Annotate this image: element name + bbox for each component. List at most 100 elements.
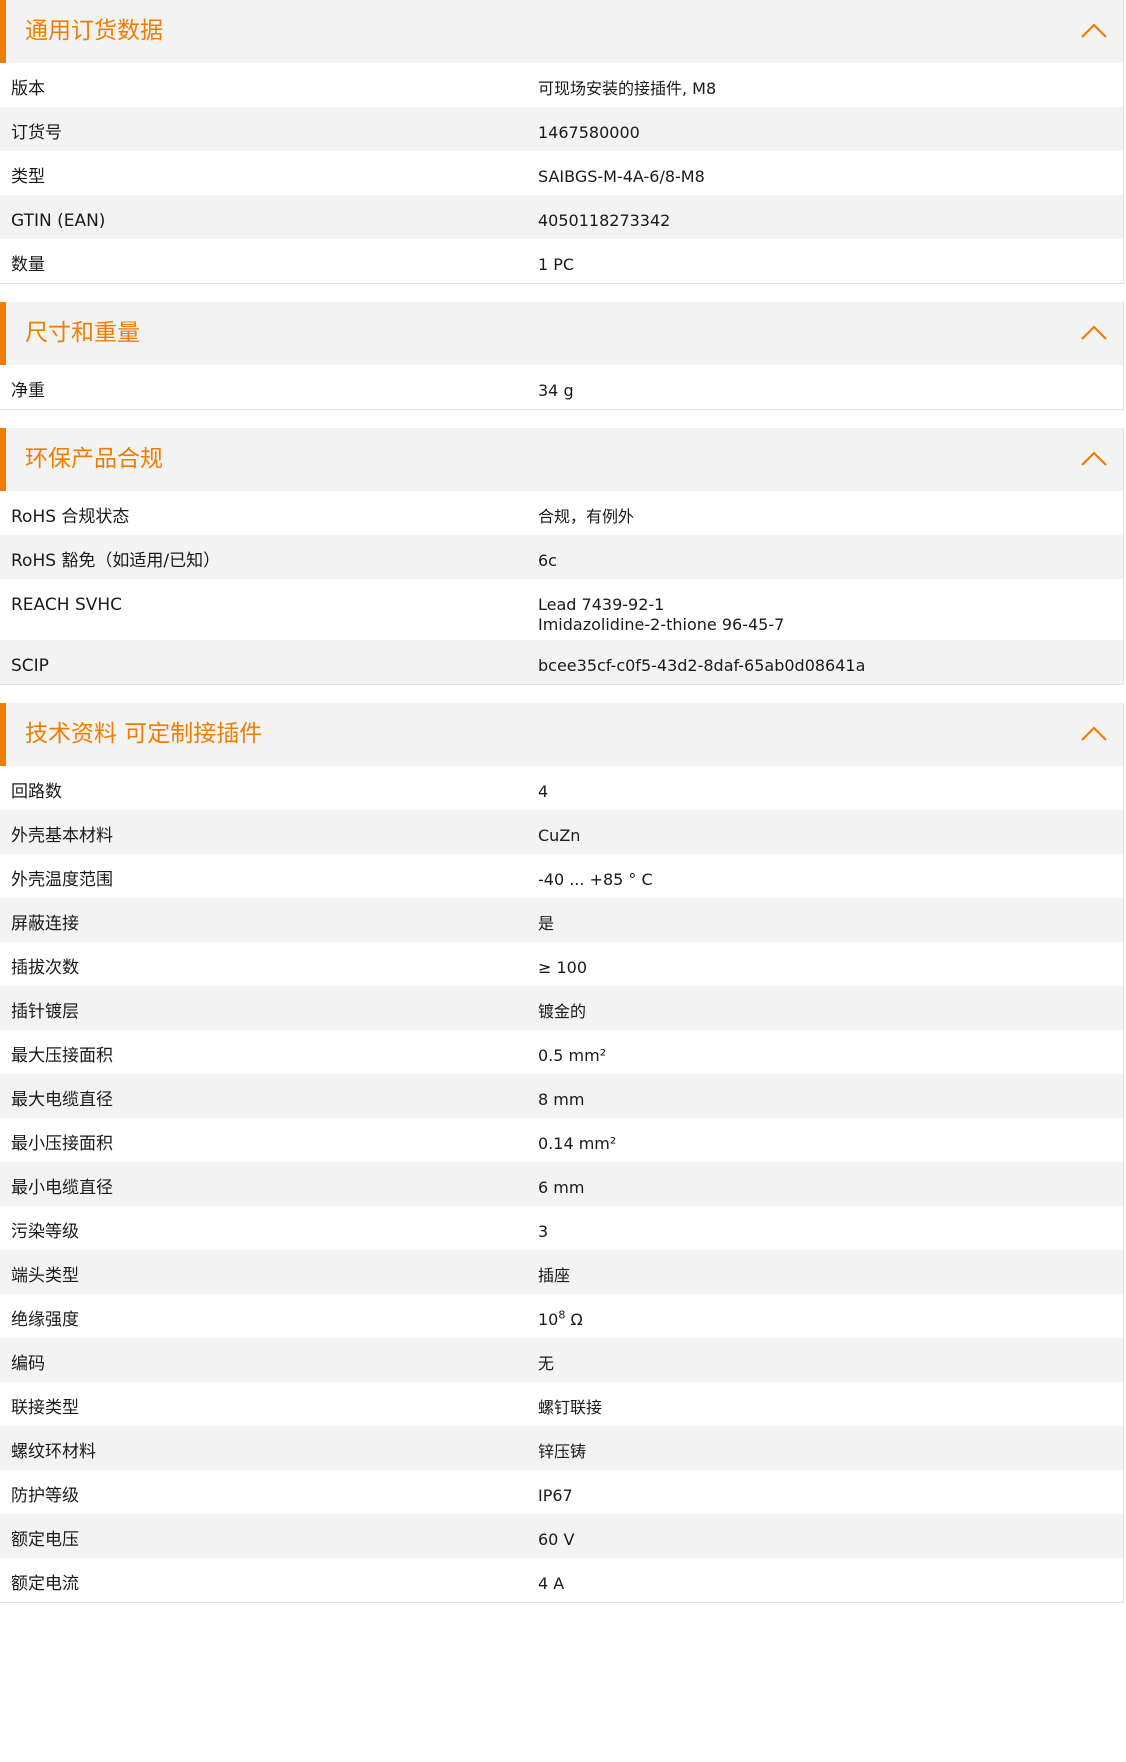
row-label: 最大压接面积 — [11, 1046, 113, 1066]
value-text: Imidazolidine-2-thione 96-45-7 — [538, 615, 785, 634]
value-text: 34 g — [538, 381, 574, 400]
row-label: 污染等级 — [11, 1222, 79, 1242]
row-value: 34 g — [538, 365, 1123, 401]
row-label: 编码 — [11, 1354, 45, 1374]
value-text: SAIBGS-M-4A-6/8-M8 — [538, 167, 705, 186]
row-label: 回路数 — [11, 782, 62, 802]
chevron-up-icon[interactable] — [1079, 18, 1109, 42]
value-text: 4050118273342 — [538, 211, 671, 230]
value-text: Lead 7439-92-1 — [538, 595, 665, 614]
value-line: 60 V — [538, 1530, 1123, 1550]
row-value: 3 — [538, 1206, 1123, 1242]
row-label: 端头类型 — [11, 1266, 79, 1286]
table-row: 订货号 1467580000 — [0, 107, 1123, 151]
row-value: 60 V — [538, 1514, 1123, 1550]
table-row: 联接类型 螺钉联接 — [0, 1382, 1123, 1426]
section-header[interactable]: 技术资料 可定制接插件 — [0, 703, 1123, 766]
row-value: bcee35cf-c0f5-43d2-8daf-65ab0d08641a — [538, 640, 1123, 676]
table-row: 版本 可现场安装的接插件, M8 — [0, 63, 1123, 107]
value-line: 6c — [538, 551, 1123, 571]
table-row: 绝缘强度 108 Ω — [0, 1294, 1123, 1338]
row-value: 锌压铸 — [538, 1426, 1123, 1462]
row-label: 额定电压 — [11, 1530, 79, 1550]
table-row: 防护等级 IP67 — [0, 1470, 1123, 1514]
value-line: 镀金的 — [538, 1002, 1123, 1022]
row-value: 可现场安装的接插件, M8 — [538, 63, 1123, 99]
value-line: Lead 7439-92-1 — [538, 595, 1123, 615]
row-label: 防护等级 — [11, 1486, 79, 1506]
value-line: 4 A — [538, 1574, 1123, 1594]
row-label: RoHS 豁免（如适用/已知） — [11, 551, 221, 571]
value-text: 4 — [538, 782, 549, 801]
value-unit: Ω — [565, 1310, 583, 1329]
row-value: 插座 — [538, 1250, 1123, 1286]
row-value: 4 A — [538, 1558, 1123, 1594]
value-line: 锌压铸 — [538, 1442, 1123, 1462]
value-line: 无 — [538, 1354, 1123, 1374]
table-row: 插拔次数 ≥ 100 — [0, 942, 1123, 986]
value-line: 3 — [538, 1222, 1123, 1242]
value-line: IP67 — [538, 1486, 1123, 1506]
value-line: 是 — [538, 914, 1123, 934]
row-label: 插针镀层 — [11, 1002, 79, 1022]
value-line: 1467580000 — [538, 123, 1123, 143]
section-header[interactable]: 尺寸和重量 — [0, 302, 1123, 365]
value-text: 锌压铸 — [538, 1442, 587, 1461]
value-text: 8 mm — [538, 1090, 585, 1109]
row-value: 无 — [538, 1338, 1123, 1374]
row-label: 插拔次数 — [11, 958, 79, 978]
row-label: REACH SVHC — [11, 595, 123, 615]
row-value: 是 — [538, 898, 1123, 934]
value-text: 1467580000 — [538, 123, 640, 142]
section-header[interactable]: 通用订货数据 — [0, 0, 1123, 63]
row-label: SCIP — [11, 656, 49, 676]
table-row: 污染等级 3 — [0, 1206, 1123, 1250]
section-header[interactable]: 环保产品合规 — [0, 428, 1123, 491]
section-1: 尺寸和重量净重 34 g — [0, 302, 1124, 410]
row-value: 螺钉联接 — [538, 1382, 1123, 1418]
value-text: 60 V — [538, 1530, 575, 1549]
section-title: 技术资料 可定制接插件 — [25, 721, 263, 747]
chevron-up-icon[interactable] — [1079, 446, 1109, 470]
table-row: 最大电缆直径 8 mm — [0, 1074, 1123, 1118]
row-label: 额定电流 — [11, 1574, 79, 1594]
row-label: 螺纹环材料 — [11, 1442, 96, 1462]
value-text: 可现场安装的接插件, M8 — [538, 79, 717, 98]
table-row: 额定电压 60 V — [0, 1514, 1123, 1558]
table-row: 端头类型 插座 — [0, 1250, 1123, 1294]
table-row: 最小电缆直径 6 mm — [0, 1162, 1123, 1206]
value-text: 10 — [538, 1310, 559, 1329]
row-value: 8 mm — [538, 1074, 1123, 1110]
value-text: 0.14 mm² — [538, 1134, 617, 1153]
section-title: 环保产品合规 — [25, 446, 163, 472]
row-label: 订货号 — [11, 123, 62, 143]
value-text: 4 A — [538, 1574, 565, 1593]
section-title: 尺寸和重量 — [25, 320, 140, 346]
value-line: Imidazolidine-2-thione 96-45-7 — [538, 615, 1123, 635]
row-label: 净重 — [11, 381, 45, 401]
row-label: 绝缘强度 — [11, 1310, 79, 1330]
row-value: 108 Ω — [538, 1294, 1123, 1330]
section-0: 通用订货数据 版本 可现场安装的接插件, M8 订货号 1467580000 类型 SAIB… — [0, 0, 1124, 284]
value-line: 34 g — [538, 381, 1123, 401]
value-line: 4050118273342 — [538, 211, 1123, 231]
chevron-up-icon[interactable] — [1079, 320, 1109, 344]
row-label: 类型 — [11, 167, 45, 187]
table-row: 屏蔽连接 是 — [0, 898, 1123, 942]
row-value: 1 PC — [538, 239, 1123, 275]
chevron-up-icon[interactable] — [1079, 721, 1109, 745]
value-line: 0.14 mm² — [538, 1134, 1123, 1154]
table-row: SCIP bcee35cf-c0f5-43d2-8daf-65ab0d08641a — [0, 640, 1123, 684]
value-line: ≥ 100 — [538, 958, 1123, 978]
row-value: 合规，有例外 — [538, 491, 1123, 527]
row-label: 屏蔽连接 — [11, 914, 79, 934]
value-text: 是 — [538, 914, 555, 933]
row-value: -40 ... +85 ° C — [538, 854, 1123, 890]
table-row: 外壳基本材料 CuZn — [0, 810, 1123, 854]
row-value: 6 mm — [538, 1162, 1123, 1198]
row-value: Lead 7439-92-1 Imidazolidine-2-thione 96-… — [538, 579, 1123, 635]
row-label: GTIN (EAN) — [11, 211, 106, 231]
value-text: 螺钉联接 — [538, 1398, 603, 1417]
value-text: bcee35cf-c0f5-43d2-8daf-65ab0d08641a — [538, 656, 866, 675]
value-line: 可现场安装的接插件, M8 — [538, 79, 1123, 99]
